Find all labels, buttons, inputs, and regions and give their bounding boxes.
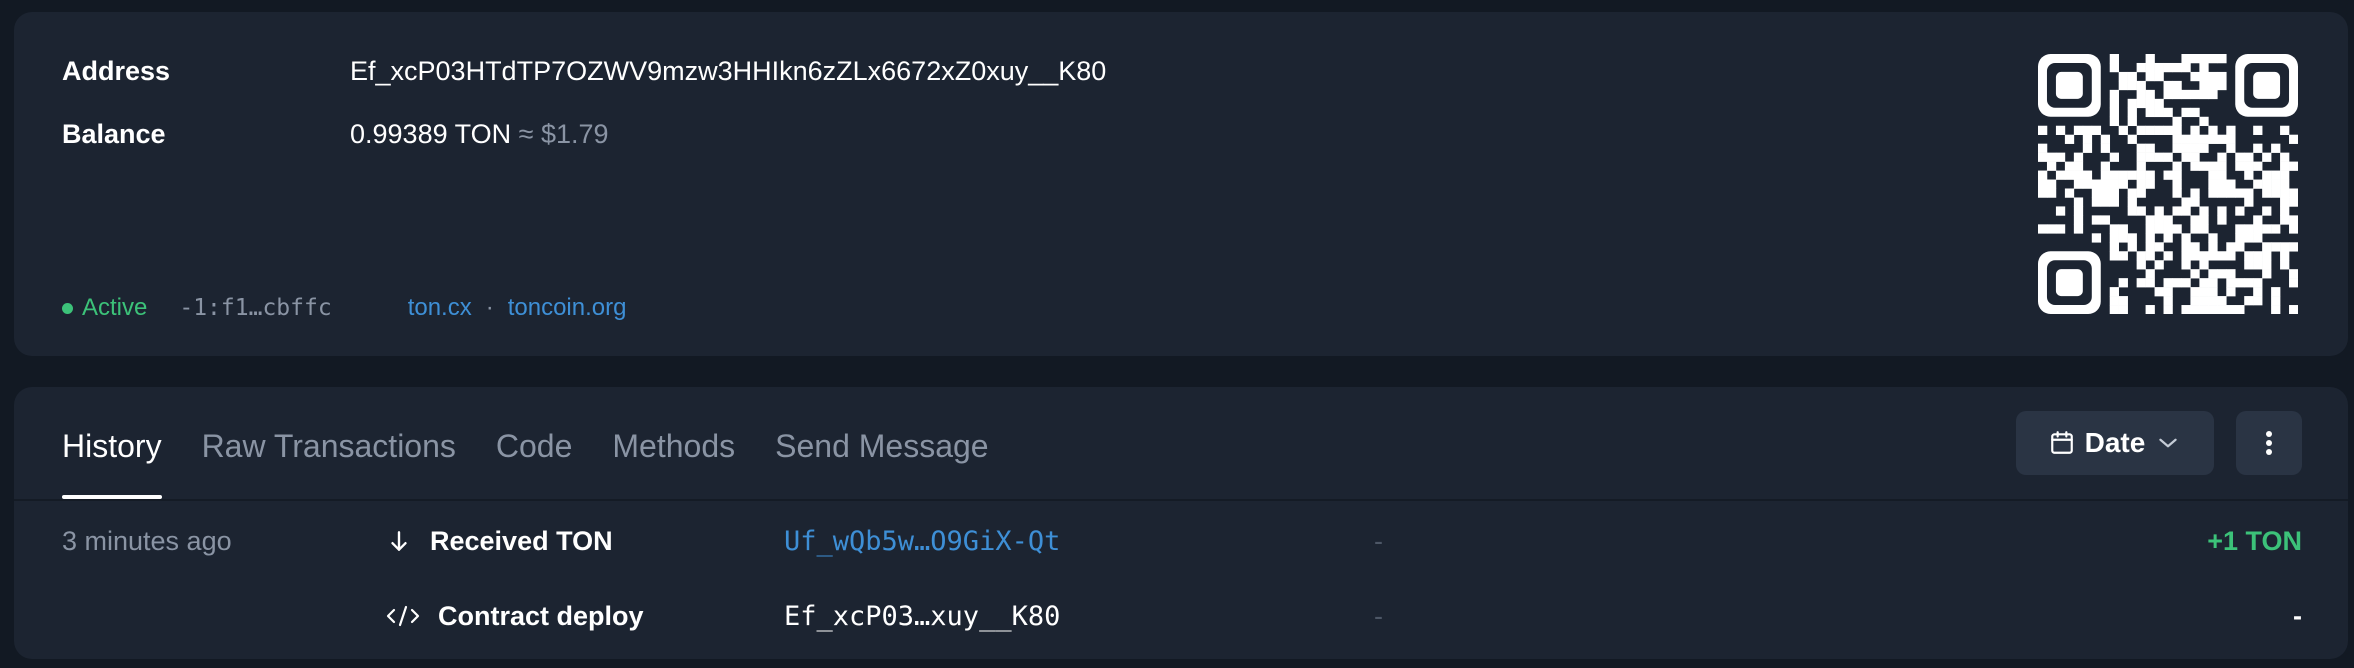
row-action-label: Contract deploy	[438, 600, 644, 631]
tab-bar: History Raw Transactions Code Methods Se…	[62, 387, 1029, 499]
tab-history[interactable]: History	[62, 387, 162, 499]
qr-code-icon	[2038, 54, 2298, 314]
external-links: ton.cx · toncoin.org	[408, 294, 627, 322]
row-time: 3 minutes ago	[62, 525, 232, 556]
address-label: Address	[62, 56, 171, 86]
row-action: Received TON	[386, 505, 613, 577]
tab-methods[interactable]: Methods	[612, 387, 735, 499]
link-separator: ·	[485, 294, 494, 321]
table-row[interactable]: 3 minutes ago Received TON Uf_wQb5w…O9Gi…	[14, 505, 2348, 577]
row-action: Contract deploy	[386, 580, 644, 652]
tab-send-message[interactable]: Send Message	[775, 387, 988, 499]
account-info-card: Address Ef_xcP03HTdTP7OZWV9mzw3HHIkn6zZL…	[14, 12, 2348, 356]
row-comment: -	[1374, 600, 1383, 631]
tab-raw-transactions[interactable]: Raw Transactions	[202, 387, 456, 499]
balance-fiat: ≈ $1.79	[518, 119, 609, 149]
raw-address[interactable]: -1:f1…cbffc	[179, 295, 331, 321]
row-address-link[interactable]: Uf_wQb5w…O9GiX-Qt	[784, 505, 1060, 577]
more-options-button[interactable]	[2236, 411, 2302, 475]
chevron-down-icon	[2159, 438, 2178, 448]
balance-amount: 0.99389 TON	[350, 119, 512, 149]
status-badge: Active	[82, 294, 148, 321]
link-ton-cx[interactable]: ton.cx	[408, 294, 472, 322]
row-amount: +1 TON	[2207, 525, 2302, 556]
more-vertical-icon	[2266, 431, 2272, 455]
tab-divider	[14, 499, 2348, 501]
row-action-label: Received TON	[430, 525, 613, 556]
balance-value: 0.99389 TON ≈ $1.79	[350, 119, 609, 150]
row-amount: -	[2293, 600, 2302, 631]
table-row[interactable]: Contract deploy Ef_xcP03…xuy__K80 - -	[14, 580, 2348, 652]
date-filter-button[interactable]: Date	[2016, 411, 2214, 475]
date-filter-label: Date	[2084, 427, 2146, 458]
arrow-down-icon	[391, 531, 407, 551]
balance-label: Balance	[62, 119, 166, 149]
calendar-icon	[2050, 431, 2073, 454]
code-icon	[386, 605, 420, 627]
address-value[interactable]: Ef_xcP03HTdTP7OZWV9mzw3HHIkn6zZLx6672xZ0…	[350, 56, 1106, 87]
link-toncoin-org[interactable]: toncoin.org	[508, 294, 627, 322]
status-dot	[62, 302, 73, 314]
row-address[interactable]: Ef_xcP03…xuy__K80	[784, 580, 1060, 652]
tab-code[interactable]: Code	[496, 387, 573, 499]
status-row: Active -1:f1…cbffc ton.cx · toncoin.org	[62, 284, 626, 332]
row-comment: -	[1374, 525, 1383, 556]
history-card: History Raw Transactions Code Methods Se…	[14, 387, 2348, 659]
